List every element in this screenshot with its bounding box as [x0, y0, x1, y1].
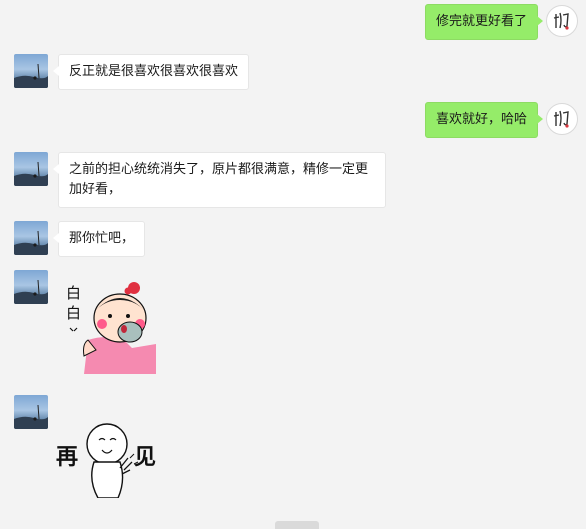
message-bubble-outgoing[interactable]: 修完就更好看了	[424, 4, 544, 40]
contact-avatar[interactable]	[14, 221, 48, 255]
blushing-cartoon-sticker-icon: 白 白	[66, 282, 156, 374]
contact-avatar[interactable]	[14, 270, 48, 304]
self-avatar[interactable]	[546, 5, 578, 37]
scenic-photo-avatar-icon	[14, 230, 48, 255]
sticker-message[interactable]: 再 见	[54, 420, 162, 502]
svg-text:白: 白	[66, 304, 81, 322]
self-avatar[interactable]	[546, 103, 578, 135]
svg-text:白: 白	[66, 284, 81, 302]
scenic-photo-avatar-icon	[14, 63, 48, 88]
contact-avatar[interactable]	[14, 395, 48, 429]
timestamp-chip	[275, 521, 319, 529]
message-bubble-incoming[interactable]: 之前的担心统统消失了，原片都很满意，精修一定更加好看，	[53, 152, 386, 208]
sticker-message[interactable]: 白 白	[62, 278, 160, 378]
calligraphy-avatar-icon	[553, 110, 569, 128]
contact-avatar[interactable]	[14, 152, 48, 186]
message-bubble-outgoing[interactable]: 喜欢就好，哈哈	[424, 102, 544, 138]
waving-cartoon-sticker-icon: 再 见	[56, 423, 156, 499]
scenic-photo-avatar-icon	[14, 279, 48, 304]
message-bubble-incoming[interactable]: 反正就是很喜欢很喜欢很喜欢	[52, 54, 250, 90]
chat-window: 修完就更好看了 反正就是很喜欢很喜欢很喜欢 喜欢就好，哈哈 之前的担心统统消失了…	[0, 0, 586, 529]
scenic-photo-avatar-icon	[14, 161, 48, 186]
svg-text:再: 再	[56, 445, 78, 470]
message-bubble-incoming[interactable]: 那你忙吧，	[52, 221, 146, 257]
scenic-photo-avatar-icon	[14, 404, 48, 429]
calligraphy-avatar-icon	[553, 12, 569, 30]
contact-avatar[interactable]	[14, 54, 48, 88]
svg-text:见: 见	[134, 445, 156, 470]
